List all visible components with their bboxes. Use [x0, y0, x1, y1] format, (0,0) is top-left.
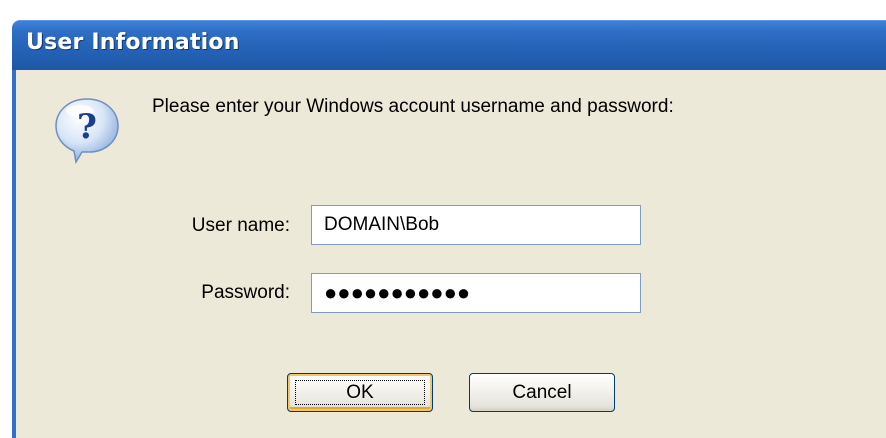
ok-button[interactable]: OK [287, 373, 433, 412]
cancel-button-label: Cancel [512, 382, 572, 403]
password-label: Password: [201, 282, 290, 303]
username-field[interactable]: DOMAIN\Bob [311, 205, 641, 245]
username-label: User name: [191, 215, 290, 236]
username-value: DOMAIN\Bob [324, 214, 440, 235]
title-bar[interactable]: User Information [12, 20, 886, 70]
dialog-client-area [12, 70, 886, 438]
password-masked-value: ●●●●●●●●●●● [324, 280, 471, 305]
ok-button-label: OK [346, 382, 374, 403]
dialog-title: User Information [26, 30, 240, 55]
instruction-text: Please enter your Windows account userna… [152, 96, 674, 117]
user-information-dialog: User Information ? Please enter your Win… [0, 0, 886, 438]
cancel-button[interactable]: Cancel [469, 373, 615, 412]
password-field[interactable]: ●●●●●●●●●●● [311, 273, 641, 313]
svg-text:?: ? [77, 107, 97, 147]
question-icon: ? [55, 98, 119, 165]
